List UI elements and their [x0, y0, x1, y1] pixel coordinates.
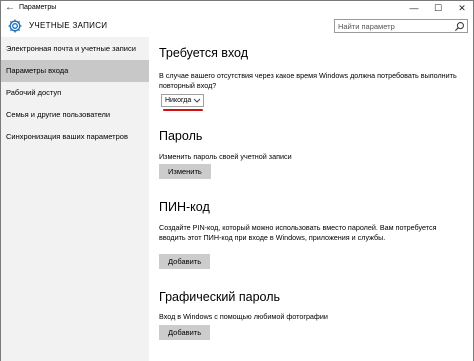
chevron-down-icon [193, 98, 201, 103]
add-pin-button[interactable]: Добавить [159, 254, 211, 269]
sidebar-item-email-accounts[interactable]: Электронная почта и учетные записи [1, 38, 149, 60]
main-content: Требуется вход В случае вашего отсутстви… [149, 37, 473, 361]
change-password-button[interactable]: Изменить [159, 164, 211, 179]
sidebar-item-family-users[interactable]: Семья и другие пользователи [1, 104, 149, 126]
dropdown-selected-value: Никогда [165, 97, 192, 104]
red-annotation-underline [163, 109, 203, 111]
window-title: Параметры [19, 4, 57, 11]
require-signin-description: В случае вашего отсутствия через какое в… [159, 71, 457, 90]
section-title-password: Пароль [159, 129, 203, 143]
require-signin-dropdown[interactable]: Никогда [161, 94, 204, 107]
page-header: УЧЕТНЫЕ ЗАПИСИ [1, 15, 473, 37]
search-icon[interactable] [454, 21, 465, 32]
close-button[interactable]: ✕ [451, 1, 473, 15]
page-title: УЧЕТНЫЕ ЗАПИСИ [29, 21, 108, 30]
search-box[interactable] [334, 19, 468, 33]
gear-icon [8, 19, 22, 33]
title-bar: ← Параметры — ☐ ✕ [1, 1, 473, 15]
section-title-require-signin: Требуется вход [159, 46, 249, 60]
settings-window: ← Параметры — ☐ ✕ УЧЕТНЫЕ ЗАПИСИ Электро… [0, 0, 474, 361]
section-title-picture-password: Графический пароль [159, 290, 281, 304]
section-title-pin: ПИН-код [159, 200, 210, 214]
sidebar-item-sign-in-options[interactable]: Параметры входа [1, 60, 149, 82]
maximize-button[interactable]: ☐ [427, 1, 449, 15]
sidebar: Электронная почта и учетные записи Парам… [1, 37, 149, 361]
add-picture-password-button[interactable]: Добавить [159, 325, 211, 340]
password-description: Изменить пароль своей учетной записи [159, 152, 292, 161]
picture-password-description: Вход в Windows с помощью любимой фотогра… [159, 312, 328, 321]
back-arrow-icon[interactable]: ← [3, 1, 17, 15]
minimize-button[interactable]: — [403, 1, 425, 15]
sidebar-item-sync-settings[interactable]: Синхронизация ваших параметров [1, 126, 149, 148]
pin-description: Создайте PIN-код, который можно использо… [159, 223, 437, 242]
sidebar-item-work-access[interactable]: Рабочий доступ [1, 82, 149, 104]
search-input[interactable] [338, 20, 448, 32]
